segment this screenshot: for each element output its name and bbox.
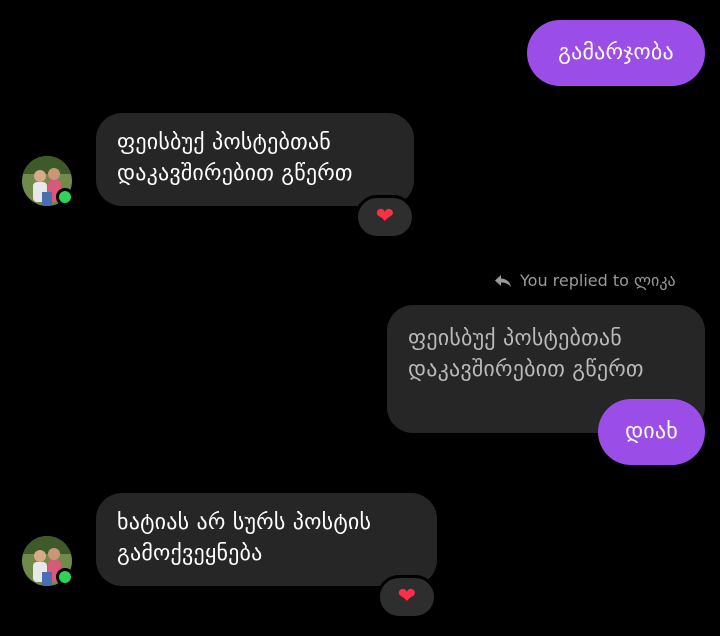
message-text-line: დაკავშირებით გწერთ: [117, 161, 353, 186]
reply-context-text: You replied to ლიკა: [520, 271, 676, 290]
heart-icon: ❤: [375, 204, 395, 229]
online-status-indicator: [56, 188, 74, 206]
outgoing-message-reply[interactable]: დიახ: [598, 399, 705, 465]
outgoing-message-greeting[interactable]: გამარჯობა: [527, 20, 705, 86]
heart-icon: ❤: [397, 584, 417, 609]
online-status-indicator: [56, 568, 74, 586]
message-text-line: გამოქვეყნება: [117, 541, 263, 566]
reply-context-label: You replied to ლიკა: [494, 271, 676, 290]
heart-reaction[interactable]: ❤: [377, 575, 437, 619]
quoted-text-line: დაკავშირებით გწერთ: [408, 357, 644, 382]
message-text: დიახ: [625, 419, 678, 444]
avatar[interactable]: [22, 536, 74, 586]
incoming-message[interactable]: ფეისბუქ პოსტებთან დაკავშირებით გწერთ: [96, 113, 414, 206]
message-text: გამარჯობა: [558, 40, 674, 65]
quoted-text-line: ფეისბუქ პოსტებთან: [408, 326, 622, 351]
message-text-line: ფეისბუქ პოსტებთან: [117, 130, 331, 155]
message-text-line: ხატიას არ სურს პოსტის: [117, 510, 372, 535]
incoming-message[interactable]: ხატიას არ სურს პოსტის გამოქვეყნება: [96, 493, 437, 586]
avatar[interactable]: [22, 156, 74, 206]
heart-reaction[interactable]: ❤: [355, 195, 415, 239]
reply-arrow-icon: [495, 274, 511, 287]
